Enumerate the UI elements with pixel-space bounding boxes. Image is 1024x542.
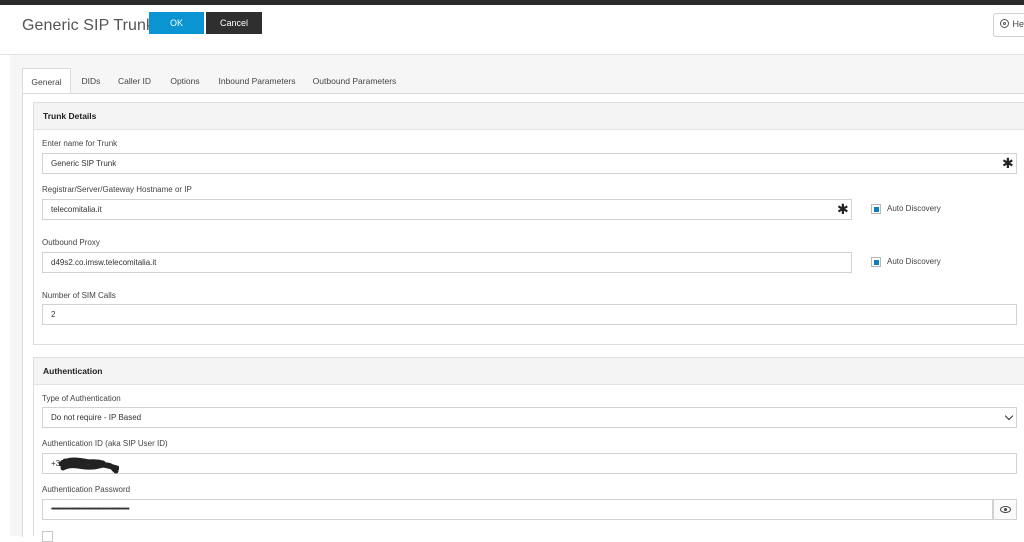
auth-id-label: Authentication ID (aka SIP User ID) (42, 439, 168, 448)
auth-password-input[interactable]: ••••••••••••••••••••••••••••••••••••••••… (42, 499, 993, 520)
auth-type-select[interactable]: Do not require - IP Based (42, 407, 1017, 428)
tab-general[interactable]: General (22, 68, 71, 94)
tab-caller-id[interactable]: Caller ID (112, 68, 157, 94)
section-heading: Authentication (34, 358, 1024, 385)
cancel-button[interactable]: Cancel (206, 12, 262, 34)
host-auto-discovery-label: Auto Discovery (887, 204, 941, 213)
auth-id-input[interactable]: +39 (42, 453, 1017, 474)
page-title: Generic SIP Trunk (22, 17, 155, 34)
proxy-auto-discovery-label: Auto Discovery (887, 257, 941, 266)
proxy-input[interactable]: d49s2.co.imsw.telecomitalia.it (42, 252, 852, 273)
proxy-label: Outbound Proxy (42, 238, 100, 247)
asterisk-icon: ✱ (837, 201, 849, 217)
host-input[interactable]: telecomitalia.it (42, 199, 852, 220)
auth-password-label: Authentication Password (42, 485, 131, 494)
ok-button[interactable]: OK (149, 12, 204, 34)
tab-inbound-parameters[interactable]: Inbound Parameters (213, 68, 301, 94)
sim-calls-input[interactable]: 2 (42, 304, 1017, 325)
tab-dids[interactable]: DIDs (75, 68, 107, 94)
lifebuoy-icon (1000, 19, 1009, 28)
tab-outbound-parameters[interactable]: Outbound Parameters (307, 68, 402, 94)
proxy-auto-discovery-checkbox[interactable] (871, 257, 881, 267)
redaction-scribble (59, 457, 119, 474)
host-auto-discovery-checkbox[interactable] (871, 204, 881, 214)
trunk-name-input[interactable]: Generic SIP Trunk (42, 153, 1017, 174)
tab-options[interactable]: Options (163, 68, 207, 94)
show-password-button[interactable] (993, 499, 1017, 520)
help-label: Help (1012, 19, 1024, 29)
trunk-name-label: Enter name for Trunk (42, 139, 118, 148)
host-label: Registrar/Server/Gateway Hostname or IP (42, 185, 192, 194)
option-checkbox[interactable] (42, 531, 53, 542)
section-heading: Trunk Details (34, 103, 1024, 130)
help-button[interactable]: Help (993, 13, 1024, 37)
eye-icon (1000, 506, 1011, 513)
asterisk-icon: ✱ (1002, 155, 1014, 171)
sim-calls-label: Number of SIM Calls (42, 291, 116, 300)
auth-type-label: Type of Authentication (42, 394, 121, 403)
